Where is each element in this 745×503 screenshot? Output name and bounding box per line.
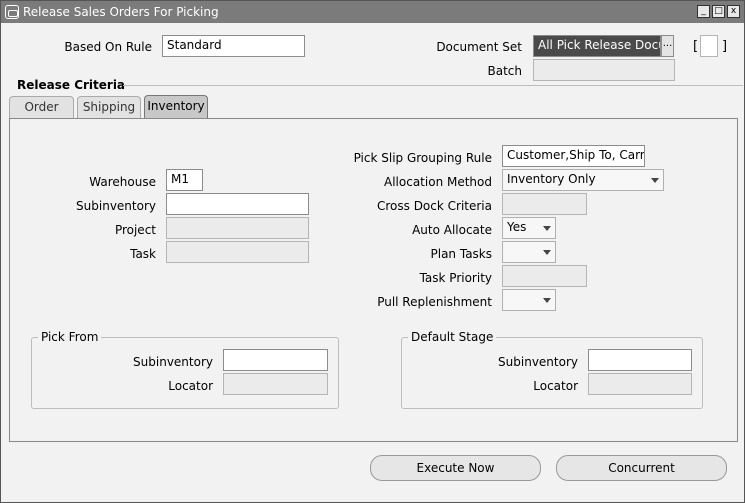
close-icon[interactable]: x [727,5,740,18]
batch-field[interactable] [533,59,675,81]
section-divider [123,85,743,86]
task-label: Task [130,247,156,261]
title-bar: Release Sales Orders For Picking _ □ x [1,1,744,23]
tab-inventory[interactable]: Inventory [144,95,208,118]
cross-dock-criteria-label: Cross Dock Criteria [376,199,492,213]
default-stage-title: Default Stage [408,330,497,344]
release-criteria-title: Release Criteria [17,78,126,92]
based-on-rule-label: Based On Rule [64,40,152,54]
pick-slip-grouping-rule-label: Pick Slip Grouping Rule [353,151,492,165]
pick-from-locator-field[interactable] [223,373,328,395]
subinventory-field[interactable] [166,193,309,215]
warehouse-label: Warehouse [89,175,156,189]
pick-from-subinventory-label: Subinventory [133,355,213,369]
document-set-lov-button[interactable]: ... [661,35,674,57]
plan-tasks-label: Plan Tasks [430,247,493,261]
default-stage-locator-field[interactable] [588,373,692,395]
cross-dock-criteria-field[interactable] [502,193,587,215]
pick-from-title: Pick From [38,330,102,344]
document-set-label: Document Set [436,40,522,54]
default-stage-subinventory-label: Subinventory [498,355,578,369]
bracket-close: ] [722,39,728,54]
plan-tasks-select[interactable] [502,241,556,263]
pick-from-locator-label: Locator [168,379,213,393]
tab-order[interactable]: Order [9,96,74,118]
task-priority-label: Task Priority [419,271,492,285]
warehouse-field[interactable]: M1 [166,169,203,191]
default-stage-subinventory-field[interactable] [588,349,692,371]
maximize-icon[interactable]: □ [712,5,725,18]
chevron-down-icon [543,298,551,303]
chevron-down-icon [543,250,551,255]
auto-allocate-label: Auto Allocate [412,223,492,237]
default-stage-locator-label: Locator [533,379,578,393]
auto-allocate-select[interactable]: Yes [502,217,556,239]
task-priority-field[interactable] [502,265,587,287]
pick-from-subinventory-field[interactable] [223,349,328,371]
minimize-icon[interactable]: _ [697,5,710,18]
pick-slip-grouping-rule-field[interactable]: Customer,Ship To, Carrier [502,145,645,167]
window-controls: _ □ x [697,5,740,18]
release-sales-orders-window: Release Sales Orders For Picking _ □ x B… [0,0,745,503]
auto-allocate-value: Yes [507,220,527,234]
window-title: Release Sales Orders For Picking [23,5,219,19]
batch-label: Batch [487,64,523,78]
pull-replenishment-select[interactable] [502,289,556,311]
subinventory-label: Subinventory [76,199,156,213]
allocation-method-label: Allocation Method [384,175,492,189]
app-icon [5,5,19,19]
pull-replenishment-label: Pull Replenishment [377,295,492,309]
task-field[interactable] [166,241,309,263]
allocation-method-value: Inventory Only [507,172,596,186]
document-set-field[interactable]: All Pick Release Documents [533,35,661,57]
project-label: Project [114,223,156,237]
chevron-down-icon [651,178,659,183]
tab-shipping[interactable]: Shipping [77,96,141,118]
execute-now-button[interactable]: Execute Now [370,455,541,481]
allocation-method-select[interactable]: Inventory Only [502,169,664,191]
concurrent-button[interactable]: Concurrent [556,455,727,481]
project-field[interactable] [166,217,309,239]
based-on-rule-field[interactable]: Standard [162,35,305,57]
descriptive-flexfield[interactable] [700,35,718,57]
bracket-open: [ [693,39,699,54]
chevron-down-icon [543,226,551,231]
